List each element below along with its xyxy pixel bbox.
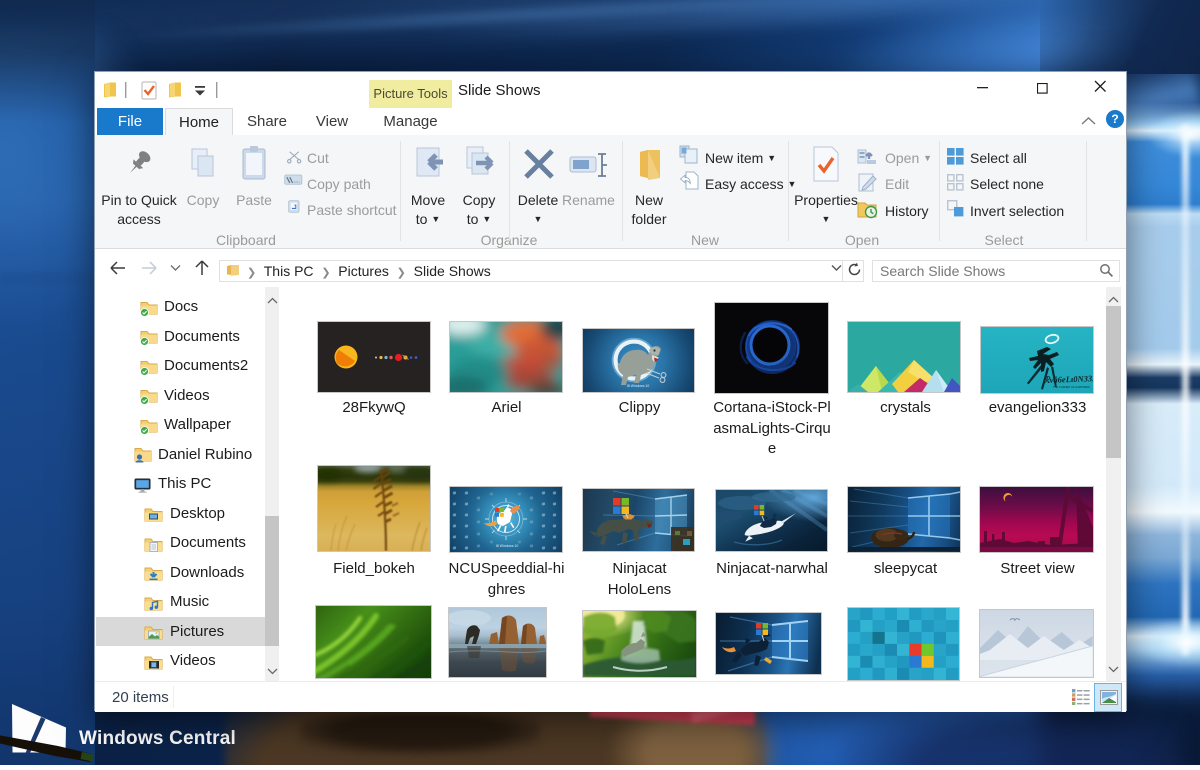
svg-text:⊞ Windows 10: ⊞ Windows 10 — [496, 544, 518, 548]
svg-text:THE CORNER OF HAPPINESS: THE CORNER OF HAPPINESS — [1053, 385, 1090, 389]
svg-text:⊞ Windows 10: ⊞ Windows 10 — [627, 384, 649, 388]
svg-text:ℛvå6eLι0N333: ℛvå6eLι0N333 — [1043, 373, 1093, 385]
